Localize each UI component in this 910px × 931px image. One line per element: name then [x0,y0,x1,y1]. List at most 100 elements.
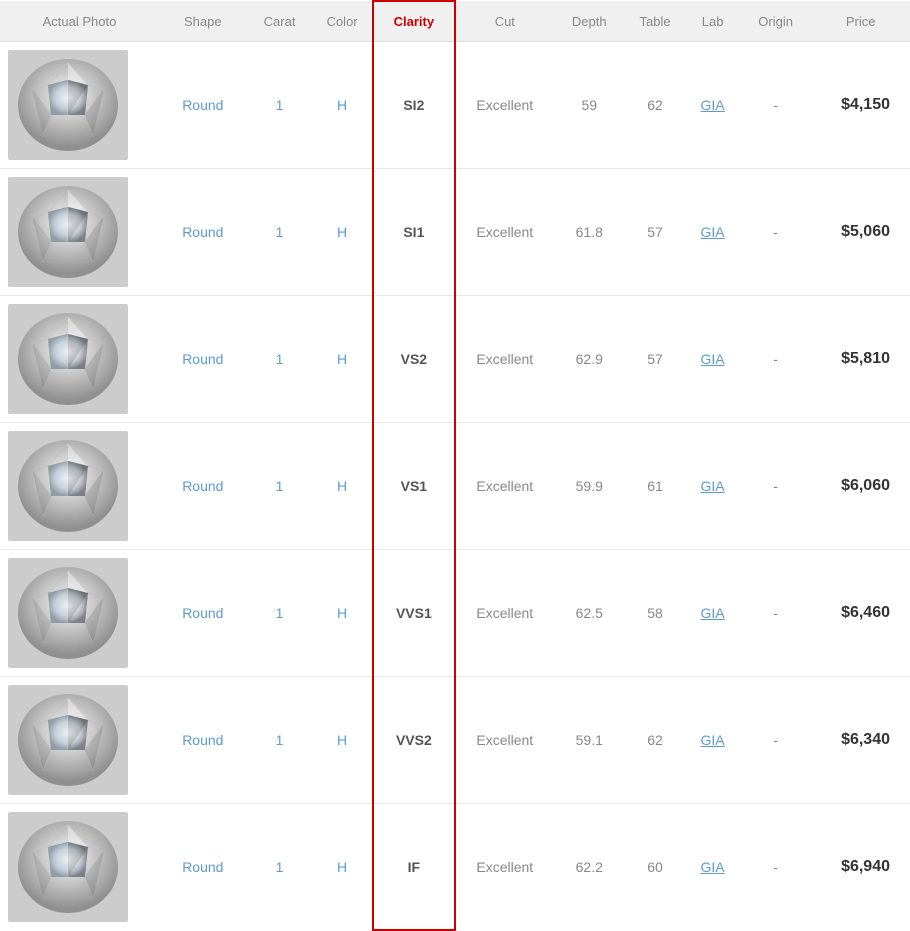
table-cell: 58 [625,550,685,677]
shape-cell: Round [159,169,247,296]
depth-cell: 59.9 [554,423,625,550]
color-cell: H [312,550,372,677]
header-price: Price [811,1,910,42]
depth-cell: 59 [554,42,625,169]
depth-cell: 62.9 [554,296,625,423]
clarity-cell: SI1 [373,169,455,296]
price-cell: $5,060 [811,169,910,296]
photo-cell [0,423,159,550]
depth-cell: 62.2 [554,804,625,931]
origin-cell: - [740,550,811,677]
clarity-cell: SI2 [373,42,455,169]
table-header-row: Actual Photo Shape Carat Color Clarity C… [0,1,910,42]
lab-link[interactable]: GIA [701,224,725,240]
photo-cell [0,677,159,804]
lab-link[interactable]: GIA [701,351,725,367]
header-clarity[interactable]: Clarity [373,1,455,42]
cut-cell: Excellent [455,296,554,423]
table-row: Round 1 H VS1 Excellent 59.9 61 GIA - $6… [0,423,910,550]
clarity-cell: VVS1 [373,550,455,677]
carat-cell: 1 [247,804,313,931]
table-row: Round 1 H VVS1 Excellent 62.5 58 GIA - $… [0,550,910,677]
shape-cell: Round [159,804,247,931]
table-cell: 61 [625,423,685,550]
lab-cell[interactable]: GIA [685,550,740,677]
price-cell: $5,810 [811,296,910,423]
table-cell: 62 [625,42,685,169]
diamond-photo [8,812,128,922]
header-actual-photo: Actual Photo [0,1,159,42]
diamond-table: Actual Photo Shape Carat Color Clarity C… [0,0,910,931]
lab-link[interactable]: GIA [701,478,725,494]
lab-cell[interactable]: GIA [685,42,740,169]
carat-cell: 1 [247,550,313,677]
lab-cell[interactable]: GIA [685,804,740,931]
table-cell: 57 [625,296,685,423]
table-cell: 60 [625,804,685,931]
cut-cell: Excellent [455,169,554,296]
diamond-photo [8,304,128,414]
price-cell: $6,340 [811,677,910,804]
carat-cell: 1 [247,296,313,423]
header-color: Color [312,1,372,42]
depth-cell: 61.8 [554,169,625,296]
shape-cell: Round [159,423,247,550]
diamond-photo [8,685,128,795]
diamond-table-container: Actual Photo Shape Carat Color Clarity C… [0,0,910,931]
color-cell: H [312,169,372,296]
price-cell: $6,060 [811,423,910,550]
lab-link[interactable]: GIA [701,732,725,748]
lab-cell[interactable]: GIA [685,423,740,550]
cut-cell: Excellent [455,423,554,550]
header-depth: Depth [554,1,625,42]
lab-cell[interactable]: GIA [685,677,740,804]
clarity-cell: IF [373,804,455,931]
photo-cell [0,550,159,677]
clarity-cell: VVS2 [373,677,455,804]
table-cell: 62 [625,677,685,804]
color-cell: H [312,423,372,550]
origin-cell: - [740,423,811,550]
color-cell: H [312,804,372,931]
shape-cell: Round [159,296,247,423]
depth-cell: 62.5 [554,550,625,677]
header-table: Table [625,1,685,42]
price-cell: $4,150 [811,42,910,169]
cut-cell: Excellent [455,804,554,931]
color-cell: H [312,296,372,423]
header-carat: Carat [247,1,313,42]
carat-cell: 1 [247,423,313,550]
table-cell: 57 [625,169,685,296]
table-row: Round 1 H VVS2 Excellent 59.1 62 GIA - $… [0,677,910,804]
lab-link[interactable]: GIA [701,859,725,875]
table-row: Round 1 H SI2 Excellent 59 62 GIA - $4,1… [0,42,910,169]
clarity-cell: VS1 [373,423,455,550]
table-row: Round 1 H VS2 Excellent 62.9 57 GIA - $5… [0,296,910,423]
origin-cell: - [740,804,811,931]
carat-cell: 1 [247,677,313,804]
header-cut: Cut [455,1,554,42]
price-cell: $6,940 [811,804,910,931]
lab-link[interactable]: GIA [701,97,725,113]
diamond-photo [8,50,128,160]
shape-cell: Round [159,550,247,677]
diamond-photo [8,431,128,541]
photo-cell [0,804,159,931]
cut-cell: Excellent [455,550,554,677]
cut-cell: Excellent [455,42,554,169]
clarity-cell: VS2 [373,296,455,423]
photo-cell [0,169,159,296]
table-row: Round 1 H IF Excellent 62.2 60 GIA - $6,… [0,804,910,931]
diamond-photo [8,177,128,287]
diamond-photo [8,558,128,668]
lab-link[interactable]: GIA [701,605,725,621]
lab-cell[interactable]: GIA [685,169,740,296]
header-origin: Origin [740,1,811,42]
shape-cell: Round [159,42,247,169]
price-cell: $6,460 [811,550,910,677]
header-shape: Shape [159,1,247,42]
lab-cell[interactable]: GIA [685,296,740,423]
color-cell: H [312,677,372,804]
depth-cell: 59.1 [554,677,625,804]
header-lab: Lab [685,1,740,42]
